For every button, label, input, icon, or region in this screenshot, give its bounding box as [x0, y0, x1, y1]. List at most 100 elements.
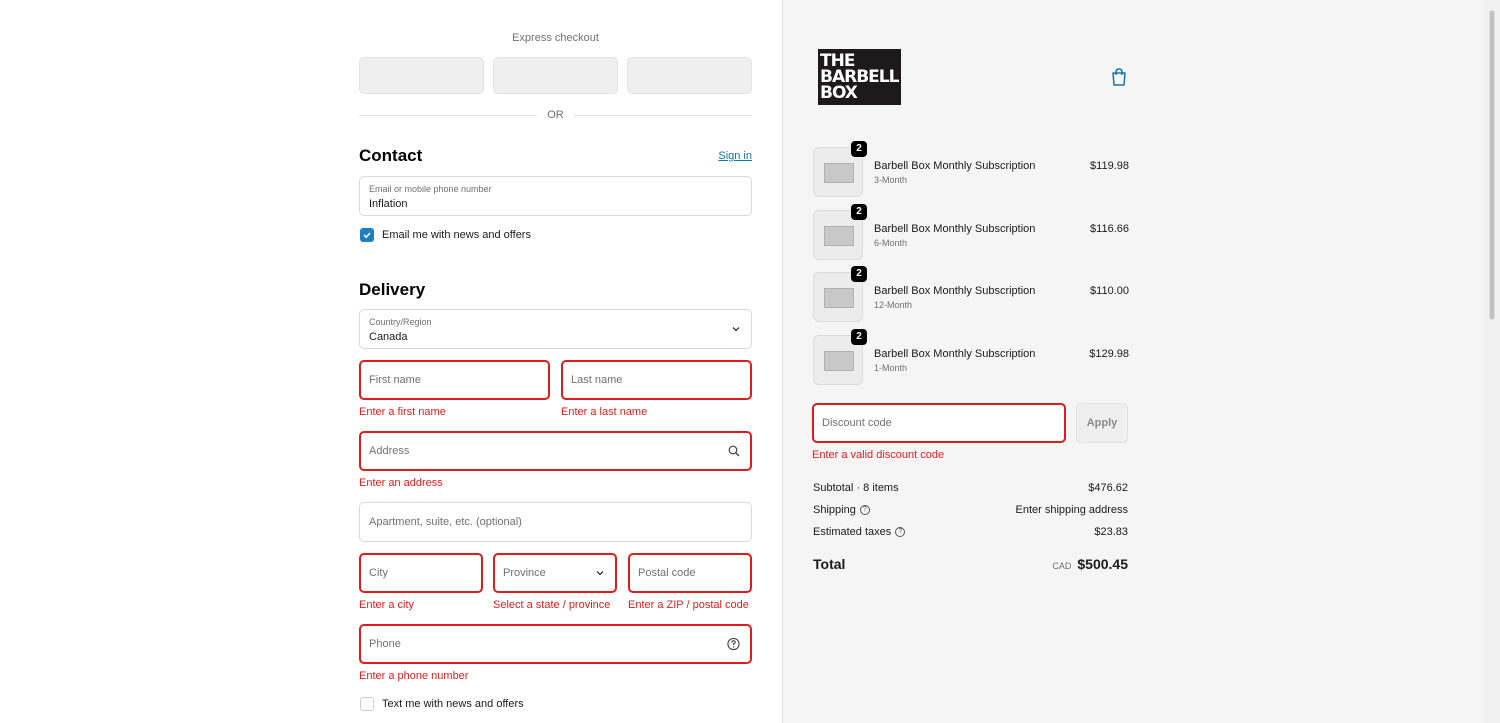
phone-error: Enter a phone number	[359, 670, 469, 682]
divider-line	[573, 114, 752, 116]
barbell-box-logo[interactable]: THE BARBELL BOX	[818, 49, 901, 105]
phone-placeholder: Phone	[369, 638, 401, 650]
apartment-placeholder: Apartment, suite, etc. (optional)	[369, 516, 522, 528]
city-input[interactable]: City	[359, 553, 483, 593]
taxes-row: Estimated taxes ? $23.83	[813, 526, 1128, 538]
discount-code-input[interactable]: Discount code	[812, 403, 1066, 443]
country-select[interactable]: Country/Region Canada	[359, 309, 752, 349]
province-error: Select a state / province	[493, 599, 611, 611]
total-value: $500.45	[1077, 556, 1128, 572]
shipping-row: Shipping ? Enter shipping address	[813, 504, 1128, 516]
email-field[interactable]: Email or mobile phone number Inflation	[359, 176, 752, 216]
express-checkout-buttons	[359, 57, 752, 94]
check-icon	[363, 232, 371, 239]
cart-item: 2 Barbell Box Monthly Subscription 3-Mon…	[813, 141, 1129, 197]
last-name-input[interactable]: Last name	[561, 360, 752, 400]
shipping-label: Shipping	[813, 504, 856, 516]
product-image	[824, 163, 854, 183]
province-select[interactable]: Province	[493, 553, 617, 593]
country-label: Country/Region	[369, 317, 432, 327]
last-name-error: Enter a last name	[561, 406, 648, 418]
chevron-down-icon	[596, 571, 604, 576]
email-field-label: Email or mobile phone number	[369, 184, 492, 194]
or-divider: OR	[359, 109, 752, 121]
product-name: Barbell Box Monthly Subscription	[874, 160, 1036, 172]
cart-item: 2 Barbell Box Monthly Subscription 6-Mon…	[813, 204, 1129, 260]
city-placeholder: City	[369, 567, 388, 579]
divider-line	[359, 114, 538, 116]
express-pay-button-3[interactable]	[627, 57, 752, 94]
product-name: Barbell Box Monthly Subscription	[874, 285, 1036, 297]
sign-in-wrap: Sign in	[359, 150, 752, 162]
city-error: Enter a city	[359, 599, 415, 611]
product-name: Barbell Box Monthly Subscription	[874, 348, 1036, 360]
phone-input[interactable]: Phone	[359, 624, 752, 664]
product-price: $110.00	[1090, 285, 1129, 297]
subtotal-row: Subtotal · 8 items $476.62	[813, 482, 1128, 494]
email-news-checkbox[interactable]	[360, 228, 374, 242]
first-name-input[interactable]: First name	[359, 360, 550, 400]
sign-in-link[interactable]: Sign in	[718, 150, 752, 162]
logo-line: BOX	[820, 83, 858, 103]
shipping-label-wrap: Shipping ?	[813, 504, 870, 516]
taxes-label-wrap: Estimated taxes ?	[813, 526, 906, 538]
shipping-value: Enter shipping address	[1015, 504, 1128, 516]
first-name-placeholder: First name	[369, 374, 421, 386]
email-news-label: Email me with news and offers	[382, 229, 531, 241]
product-variant: 12-Month	[874, 300, 913, 310]
product-price: $116.66	[1090, 223, 1129, 235]
help-circle-icon[interactable]: ?	[859, 505, 870, 515]
postal-code-placeholder: Postal code	[638, 567, 696, 579]
chevron-down-icon	[732, 327, 740, 332]
email-news-option[interactable]: Email me with news and offers	[360, 228, 531, 242]
product-name: Barbell Box Monthly Subscription	[874, 223, 1036, 235]
cart-item: 2 Barbell Box Monthly Subscription 1-Mon…	[813, 329, 1129, 385]
product-price: $129.98	[1089, 348, 1129, 360]
quantity-badge: 2	[851, 141, 867, 157]
express-checkout-title: Express checkout	[512, 32, 599, 44]
product-price: $119.98	[1090, 160, 1129, 172]
quantity-badge: 2	[851, 266, 867, 282]
product-image	[824, 351, 854, 371]
text-news-option[interactable]: Text me with news and offers	[360, 697, 524, 711]
first-name-error: Enter a first name	[359, 406, 446, 418]
express-pay-button-2[interactable]	[493, 57, 618, 94]
total-label: Total	[813, 556, 846, 572]
or-text: OR	[547, 109, 564, 121]
province-placeholder: Province	[503, 567, 546, 579]
address-input[interactable]: Address	[359, 431, 752, 471]
cart-item: 2 Barbell Box Monthly Subscription 12-Mo…	[813, 266, 1129, 322]
apply-discount-button[interactable]: Apply	[1076, 403, 1128, 443]
address-error: Enter an address	[359, 477, 443, 489]
postal-code-input[interactable]: Postal code	[628, 553, 752, 593]
shopping-bag-icon[interactable]	[1110, 67, 1128, 87]
text-news-label: Text me with news and offers	[382, 698, 524, 710]
subtotal-value: $476.62	[1088, 482, 1128, 494]
total-row: Total CAD $500.45	[813, 556, 1128, 572]
email-field-value: Inflation	[369, 198, 408, 210]
taxes-value: $23.83	[1094, 526, 1128, 538]
total-amount-wrap: CAD $500.45	[1052, 556, 1128, 572]
discount-code-error: Enter a valid discount code	[812, 449, 945, 461]
apartment-input[interactable]: Apartment, suite, etc. (optional)	[359, 502, 752, 542]
express-pay-button-1[interactable]	[359, 57, 484, 94]
product-image	[824, 288, 854, 308]
product-variant: 1-Month	[874, 363, 908, 373]
help-circle-icon[interactable]: ?	[895, 527, 906, 537]
last-name-placeholder: Last name	[571, 374, 623, 386]
product-variant: 3-Month	[874, 175, 908, 185]
delivery-heading: Delivery	[359, 280, 426, 299]
postal-code-error: Enter a ZIP / postal code	[628, 599, 749, 611]
discount-code-placeholder: Discount code	[822, 417, 892, 429]
help-circle-icon[interactable]	[727, 637, 740, 651]
text-news-checkbox[interactable]	[360, 697, 374, 711]
page-scrollbar[interactable]	[1484, 0, 1500, 723]
quantity-badge: 2	[851, 329, 867, 345]
quantity-badge: 2	[851, 204, 867, 220]
product-variant: 6-Month	[874, 238, 908, 248]
search-icon	[728, 445, 740, 457]
address-placeholder: Address	[369, 445, 410, 457]
taxes-label: Estimated taxes	[813, 526, 892, 538]
country-value: Canada	[369, 331, 408, 343]
scrollbar-thumb[interactable]	[1489, 10, 1495, 320]
